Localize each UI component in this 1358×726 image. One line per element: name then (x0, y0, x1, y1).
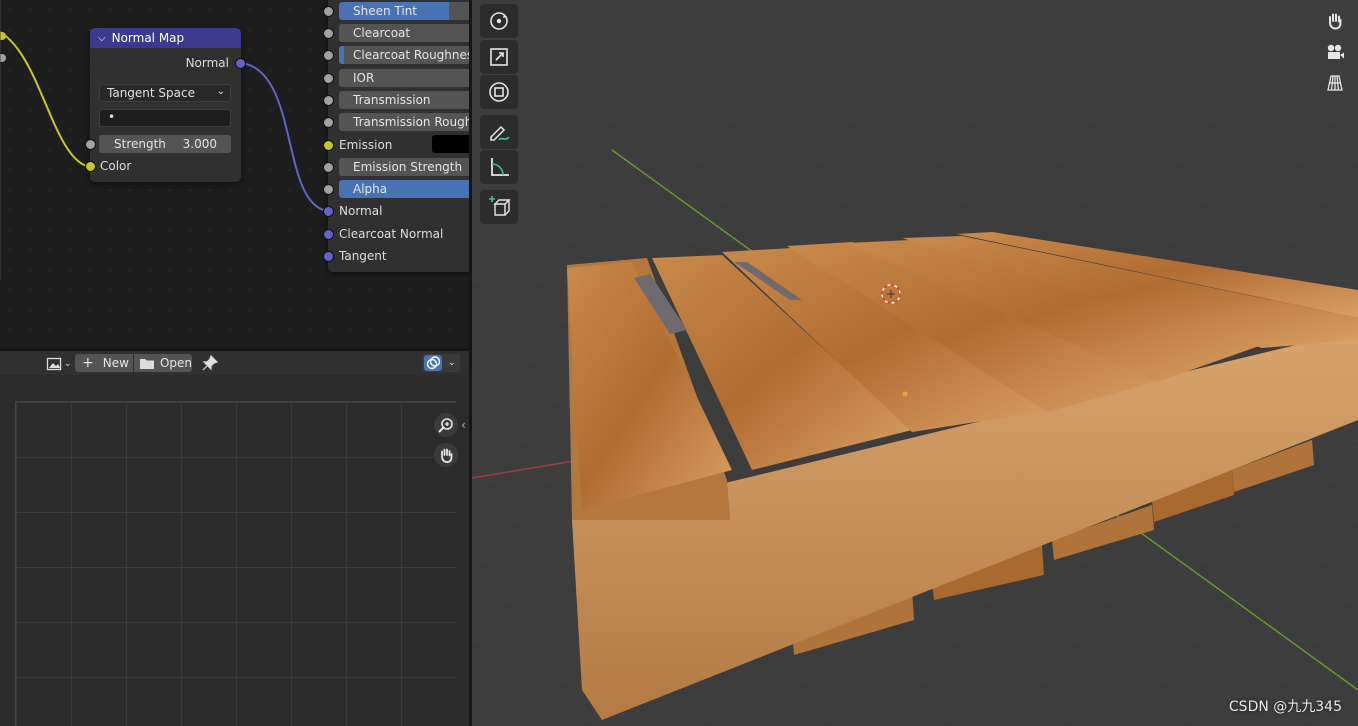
camera-icon (1327, 44, 1344, 59)
emission-label: Emission (339, 138, 393, 152)
transmission-roughness-socket[interactable] (323, 117, 334, 128)
uv-map-field[interactable]: • (99, 109, 231, 127)
scale-tool-button[interactable] (480, 40, 518, 74)
open-label: Open (159, 356, 192, 370)
transmission-socket[interactable] (323, 95, 334, 106)
clearcoat-normal-label: Clearcoat Normal (339, 227, 444, 241)
clearcoat-normal-socket[interactable] (323, 229, 334, 240)
add-cube-tool-button[interactable] (480, 190, 518, 224)
perspective-toggle-button[interactable] (1323, 71, 1347, 95)
principled-bsdf-node[interactable]: Sheen Tint Clearcoat Clearcoat Roughness… (323, 0, 469, 272)
emission-socket[interactable] (323, 140, 334, 151)
transmission-roughness-label: Transmission Roughness (353, 115, 469, 129)
clearcoat-socket[interactable] (323, 28, 334, 39)
measure-tool-button[interactable] (480, 150, 518, 184)
emission-strength-label: Emission Strength (353, 160, 463, 174)
emission-strength-field[interactable]: Emission Strength (339, 158, 469, 176)
strength-value: 3.000 (182, 137, 217, 151)
collapse-chevron-icon[interactable]: ⌵ (98, 33, 106, 44)
transmission-roughness-field[interactable]: Transmission Roughness (339, 113, 469, 131)
alpha-socket[interactable] (323, 184, 334, 195)
tangent-label: Tangent (339, 249, 387, 263)
sheen-tint-socket[interactable] (323, 6, 334, 17)
image-editor[interactable]: ⌄ + New Open ⌄ ‹ (0, 351, 469, 726)
measure-icon (491, 158, 509, 176)
strength-slider[interactable]: Strength 3.000 (99, 135, 231, 153)
sidebar-toggle-arrow-icon[interactable]: ‹ (461, 418, 466, 432)
zoom-icon[interactable] (434, 413, 458, 437)
image-icon (46, 357, 62, 371)
folder-icon (140, 359, 154, 369)
editor-type-select[interactable]: ⌄ (46, 355, 74, 373)
sheen-tint-field[interactable]: Sheen Tint (339, 2, 469, 20)
node-header[interactable]: ⌵ Normal Map (90, 28, 241, 48)
left-socket-grey (0, 54, 6, 62)
ior-field[interactable]: IOR (339, 69, 469, 87)
clearcoat-roughness-socket[interactable] (323, 50, 334, 61)
pin-icon[interactable] (202, 354, 219, 371)
plus-icon: + (82, 355, 94, 371)
ior-label: IOR (353, 71, 375, 85)
color-input-label: Color (100, 159, 132, 173)
color-link (0, 30, 91, 168)
emission-color-swatch[interactable] (432, 135, 469, 153)
rotate-icon (490, 12, 508, 30)
node-editor[interactable]: ⌵ Normal Map Normal Tangent Space ⌄ • St… (0, 0, 469, 348)
normal-map-node[interactable]: ⌵ Normal Map Normal Tangent Space ⌄ • St… (85, 28, 246, 182)
hand-icon (1329, 13, 1342, 30)
normal-link (240, 62, 329, 212)
left-socket-yellow (0, 32, 6, 40)
object-origin (902, 391, 908, 397)
open-image-button[interactable]: Open (134, 354, 192, 372)
hand-icon[interactable] (434, 443, 458, 467)
strength-label: Strength (114, 137, 166, 151)
overlay-icon (424, 355, 442, 371)
chevron-down-icon: ⌄ (64, 359, 72, 369)
clearcoat-roughness-field[interactable]: Clearcoat Roughness (339, 46, 469, 64)
viewport-scene (472, 120, 1358, 726)
space-select-value: Tangent Space (107, 86, 195, 100)
clearcoat-label: Clearcoat (353, 26, 411, 40)
grid-view-icon (1327, 75, 1343, 91)
clearcoat-roughness-label: Clearcoat Roughness (353, 48, 469, 62)
overlay-toggle[interactable]: ⌄ (422, 354, 460, 372)
scale-icon (490, 48, 508, 66)
transform-tool-button[interactable] (480, 75, 518, 109)
transmission-field[interactable]: Transmission (339, 91, 469, 109)
alpha-label: Alpha (353, 182, 388, 196)
node-title: Normal Map (111, 31, 185, 45)
alpha-field[interactable]: Alpha (339, 180, 469, 198)
add-cube-icon (489, 196, 511, 216)
color-input-socket[interactable] (85, 161, 96, 172)
new-image-button[interactable]: + New (75, 354, 133, 372)
chevron-down-icon: ⌄ (448, 358, 456, 368)
3d-viewport[interactable]: CSDN @九九345 (472, 0, 1358, 726)
normal-input-label: Normal (339, 204, 383, 218)
sheen-tint-label: Sheen Tint (353, 4, 418, 18)
ior-socket[interactable] (323, 73, 334, 84)
image-editor-header: ⌄ + New Open ⌄ (0, 351, 469, 375)
space-select[interactable]: Tangent Space ⌄ (99, 84, 231, 102)
image-canvas[interactable] (15, 401, 456, 726)
annotate-icon (490, 125, 510, 141)
transform-icon (489, 82, 509, 102)
normal-input-socket[interactable] (323, 206, 334, 217)
clearcoat-field[interactable]: Clearcoat (339, 24, 469, 42)
output-normal-label: Normal (185, 56, 229, 70)
transmission-label: Transmission (353, 93, 431, 107)
watermark-text: CSDN @九九345 (1228, 699, 1342, 715)
output-normal-socket[interactable] (235, 58, 246, 69)
strength-socket[interactable] (85, 139, 96, 150)
pan-view-button[interactable] (1323, 9, 1347, 33)
annotate-tool-button[interactable] (480, 115, 518, 149)
emission-strength-socket[interactable] (323, 162, 334, 173)
new-label: New (102, 356, 129, 370)
rotate-tool-button[interactable] (480, 4, 518, 38)
camera-view-button[interactable] (1323, 40, 1347, 64)
tangent-socket[interactable] (323, 251, 334, 262)
chevron-down-icon: ⌄ (216, 86, 225, 97)
